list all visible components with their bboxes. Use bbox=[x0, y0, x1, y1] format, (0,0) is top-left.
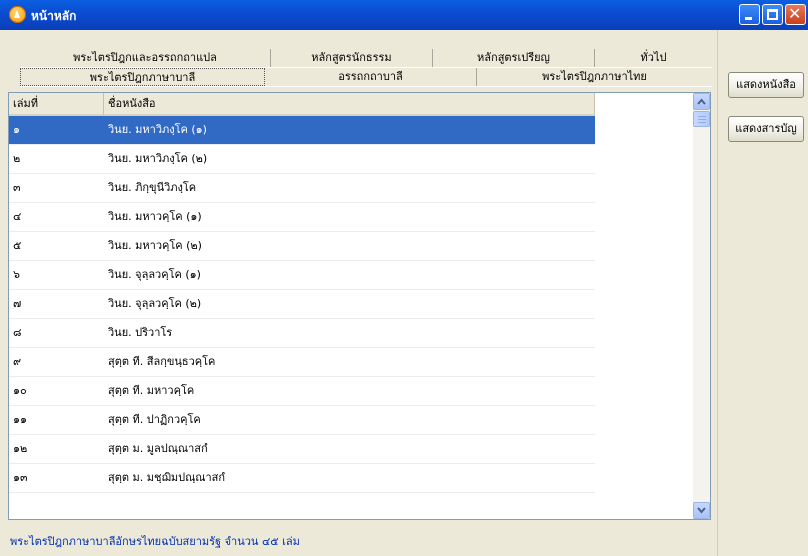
book-title-cell: สุตฺต ที. ปาฏิกวคฺโค bbox=[108, 413, 201, 426]
title-bar[interactable]: หน้าหลัก ✕ bbox=[0, 0, 808, 30]
list-header: เล่มที่ ชื่อหนังสือ bbox=[9, 93, 595, 117]
book-title-cell: วินย. มหาวคฺโค (๒) bbox=[108, 239, 202, 252]
book-title-cell: วินย. ภิกฺขุนีวิภงฺโค bbox=[108, 181, 197, 194]
table-row[interactable]: ๒ วินย. มหาวิภงฺโค (๒) bbox=[9, 145, 595, 174]
vertical-scrollbar[interactable] bbox=[693, 93, 710, 519]
volume-cell: ๑๑ bbox=[13, 413, 27, 426]
close-button[interactable]: ✕ bbox=[785, 4, 806, 25]
book-title-cell: สุตฺต ที. สีลกฺขนฺธวคฺโค bbox=[108, 355, 216, 368]
table-row[interactable]: ๗ วินย. จุลฺลวคฺโค (๒) bbox=[9, 290, 595, 319]
scroll-down-button[interactable] bbox=[693, 502, 710, 519]
tab-pali-commentary[interactable]: อรรถกถาบาลี bbox=[265, 68, 477, 86]
volume-cell: ๕ bbox=[13, 239, 22, 252]
panel-divider bbox=[717, 30, 718, 556]
column-header-title[interactable]: ชื่อหนังสือ bbox=[104, 93, 595, 116]
volume-cell: ๘ bbox=[13, 326, 22, 339]
chevron-up-icon bbox=[697, 98, 706, 105]
tab-pali-tipitaka[interactable]: พระไตรปิฎกภาษาบาลี bbox=[20, 68, 265, 86]
app-icon bbox=[9, 6, 26, 23]
table-row[interactable]: ๓ วินย. ภิกฺขุนีวิภงฺโค bbox=[9, 174, 595, 203]
maximize-icon bbox=[767, 9, 778, 20]
status-bar: พระไตรปิฎกภาษาบาลีอักษรไทยฉบับสยามรัฐ จำ… bbox=[10, 535, 300, 548]
table-row[interactable]: ๑๓ สุตฺต ม. มชฺฌิมปณฺณาสกํ bbox=[9, 464, 595, 493]
tab-strip: พระไตรปิฎกและอรรถกถาแปล หลักสูตรนักธรรม … bbox=[20, 49, 712, 87]
volume-cell: ๑๓ bbox=[13, 471, 28, 484]
tab-thai-tipitaka[interactable]: พระไตรปิฎกภาษาไทย bbox=[477, 68, 712, 86]
volume-cell: ๓ bbox=[13, 181, 21, 194]
minimize-button[interactable] bbox=[739, 4, 760, 25]
tab-bottom-line bbox=[20, 86, 712, 87]
close-icon: ✕ bbox=[788, 4, 802, 23]
volume-cell: ๑๐ bbox=[13, 384, 27, 397]
volume-cell: ๙ bbox=[13, 355, 22, 368]
book-title-cell: วินย. มหาวคฺโค (๑) bbox=[108, 210, 202, 223]
tab-nakdham[interactable]: หลักสูตรนักธรรม bbox=[271, 49, 433, 67]
volume-cell: ๔ bbox=[13, 210, 22, 223]
maximize-button[interactable] bbox=[762, 4, 783, 25]
volume-cell: ๖ bbox=[13, 268, 20, 281]
book-title-cell: วินย. มหาวิภงฺโค (๒) bbox=[108, 152, 208, 165]
show-contents-button[interactable]: แสดงสารบัญ bbox=[728, 116, 804, 142]
window-title: หน้าหลัก bbox=[31, 9, 77, 23]
list-blank-area bbox=[595, 93, 692, 519]
book-title-cell: สุตฺต ม. มูลปณฺณาสกํ bbox=[108, 442, 208, 455]
volume-cell: ๗ bbox=[13, 297, 22, 310]
table-row[interactable]: ๑วินย. มหาวิภงฺโค (๑) bbox=[9, 116, 595, 145]
scroll-up-button[interactable] bbox=[693, 93, 710, 110]
book-title-cell: สุตฺต ที. มหาวคฺโค bbox=[108, 384, 195, 397]
tab-translation[interactable]: พระไตรปิฎกและอรรถกถาแปล bbox=[20, 49, 271, 67]
chevron-down-icon bbox=[697, 507, 706, 514]
book-title-cell: วินย. จุลฺลวคฺโค (๑) bbox=[108, 268, 201, 281]
tab-general[interactable]: ทั่วไป bbox=[595, 49, 712, 67]
book-title-cell: สุตฺต ม. มชฺฌิมปณฺณาสกํ bbox=[108, 471, 226, 484]
column-header-volume[interactable]: เล่มที่ bbox=[9, 93, 104, 116]
table-row[interactable]: ๙ สุตฺต ที. สีลกฺขนฺธวคฺโค bbox=[9, 348, 595, 377]
book-title-cell: วินย. ปริวาโร bbox=[108, 326, 173, 339]
volume-cell: ๑๒ bbox=[13, 442, 28, 455]
table-row[interactable]: ๘ วินย. ปริวาโร bbox=[9, 319, 595, 348]
book-title-cell: วินย. มหาวิภงฺโค (๑) bbox=[104, 116, 595, 144]
table-row[interactable]: ๑๐ สุตฺต ที. มหาวคฺโค bbox=[9, 377, 595, 406]
minimize-icon bbox=[745, 17, 752, 20]
tab-parian[interactable]: หลักสูตรเปรียญ bbox=[433, 49, 595, 67]
volume-cell: ๒ bbox=[13, 152, 21, 165]
book-title-cell: วินย. จุลฺลวคฺโค (๒) bbox=[108, 297, 202, 310]
book-list[interactable]: เล่มที่ ชื่อหนังสือ ๑วินย. มหาวิภงฺโค (๑… bbox=[8, 92, 711, 520]
table-row[interactable]: ๑๑ สุตฺต ที. ปาฏิกวคฺโค bbox=[9, 406, 595, 435]
table-row[interactable]: ๑๒ สุตฺต ม. มูลปณฺณาสกํ bbox=[9, 435, 595, 464]
show-book-button[interactable]: แสดงหนังสือ bbox=[728, 72, 804, 98]
table-row[interactable]: ๕ วินย. มหาวคฺโค (๒) bbox=[9, 232, 595, 261]
table-row[interactable]: ๖ วินย. จุลฺลวคฺโค (๑) bbox=[9, 261, 595, 290]
scroll-thumb[interactable] bbox=[693, 111, 710, 127]
table-row[interactable]: ๔ วินย. มหาวคฺโค (๑) bbox=[9, 203, 595, 232]
volume-cell: ๑ bbox=[9, 116, 104, 144]
